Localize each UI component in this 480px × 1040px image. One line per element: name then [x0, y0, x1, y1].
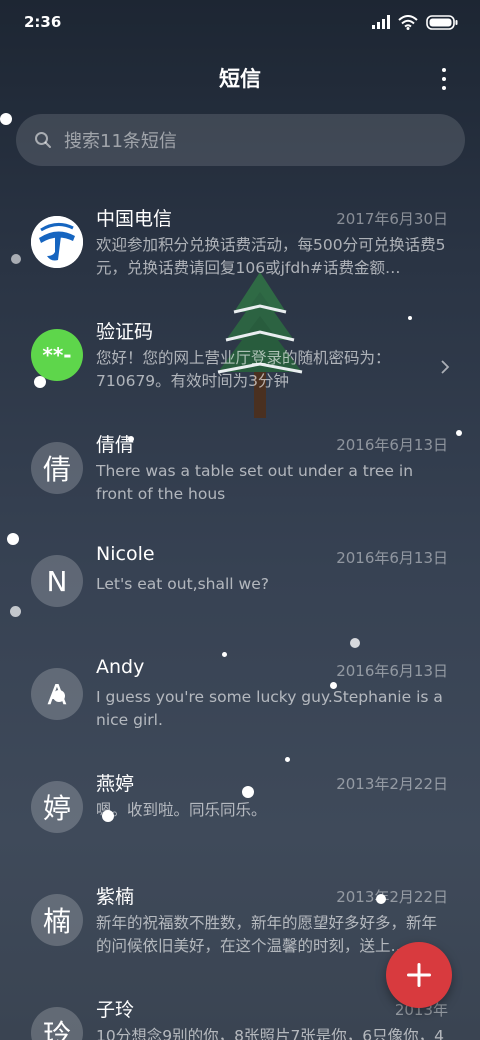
avatar: [31, 216, 83, 268]
search-input[interactable]: 搜索11条短信: [64, 127, 177, 153]
china-telecom-logo-icon: [31, 216, 83, 268]
avatar: 楠: [31, 894, 83, 946]
search-bar[interactable]: 搜索11条短信: [16, 114, 465, 166]
avatar-text: A: [47, 677, 67, 711]
page-title: 短信: [219, 67, 261, 91]
message-date: 2013年2月22日: [336, 888, 448, 906]
contact-name: 燕婷: [96, 773, 135, 795]
contact-name: 倩倩: [96, 434, 135, 456]
avatar-text: N: [46, 564, 68, 598]
avatar: **-: [31, 329, 83, 381]
message-preview: I guess you're some lucky guy.Stephanie …: [96, 688, 443, 729]
avatar-text: 倩: [42, 453, 71, 486]
contact-name: 紫楠: [96, 886, 135, 908]
more-options-icon[interactable]: [434, 68, 454, 90]
message-date: 2016年6月13日: [336, 549, 448, 567]
conversation-list: 中国电信 2017年6月30日 欢迎参加积分兑换话费活动，每500分可兑换话费5…: [0, 188, 480, 1040]
avatar: 婷: [31, 781, 83, 833]
message-preview: Let's eat out,shall we?: [96, 575, 269, 593]
avatar: 倩: [31, 442, 83, 494]
message-preview: 您好！您的网上营业厅登录的随机密码为：710679。有效时间为3分钟: [96, 349, 391, 390]
contact-name: 验证码: [96, 321, 154, 343]
status-icons: [372, 14, 458, 30]
message-preview: There was a table set out under a tree i…: [96, 462, 414, 503]
avatar: N: [31, 555, 83, 607]
signal-icon: [372, 15, 390, 29]
message-preview: 嗯。收到啦。同乐同乐。: [96, 801, 267, 819]
contact-name: 中国电信: [96, 208, 173, 230]
conversation-item[interactable]: 中国电信 2017年6月30日 欢迎参加积分兑换话费活动，每500分可兑换话费5…: [0, 188, 480, 301]
status-time: 2:36: [24, 13, 62, 31]
new-message-button[interactable]: [386, 942, 452, 1008]
message-date: 2016年6月13日: [336, 662, 448, 680]
chevron-right-icon[interactable]: [440, 359, 450, 375]
message-date: 2016年6月13日: [336, 436, 448, 454]
plus-icon: [407, 963, 431, 987]
avatar-text: 婷: [42, 792, 71, 825]
conversation-item[interactable]: **- 验证码 您好！您的网上营业厅登录的随机密码为：710679。有效时间为3…: [0, 301, 480, 414]
message-preview: 欢迎参加积分兑换话费活动，每500分可兑换话费5元，兑换话费请回复106或jfd…: [96, 236, 446, 277]
conversation-item[interactable]: A Andy 2016年6月13日 I guess you're some lu…: [0, 640, 480, 753]
message-date: 2013年2月22日: [336, 775, 448, 793]
avatar-text: 玲: [42, 1018, 71, 1040]
battery-icon: [426, 14, 458, 30]
message-date: 2017年6月30日: [336, 210, 448, 228]
avatar-text: **-: [42, 343, 72, 367]
avatar: A: [31, 668, 83, 720]
status-bar: 2:36: [0, 0, 480, 44]
conversation-item[interactable]: N Nicole 2016年6月13日 Let's eat out,shall …: [0, 527, 480, 640]
avatar: 玲: [31, 1007, 83, 1040]
message-preview: 10分想念9别的你，8张照片7张是你，6只像你，4根骨头3根归你，2爪着地1定是…: [96, 1027, 445, 1040]
wifi-icon: [398, 14, 418, 30]
contact-name: 子玲: [96, 999, 135, 1021]
avatar-text: 楠: [42, 905, 71, 938]
conversation-item[interactable]: 倩 倩倩 2016年6月13日 There was a table set ou…: [0, 414, 480, 527]
search-icon: [35, 132, 51, 148]
contact-name: Andy: [96, 656, 145, 678]
conversation-item[interactable]: 婷 燕婷 2013年2月22日 嗯。收到啦。同乐同乐。: [0, 753, 480, 866]
app-header: 短信: [0, 56, 480, 100]
contact-name: Nicole: [96, 543, 155, 565]
